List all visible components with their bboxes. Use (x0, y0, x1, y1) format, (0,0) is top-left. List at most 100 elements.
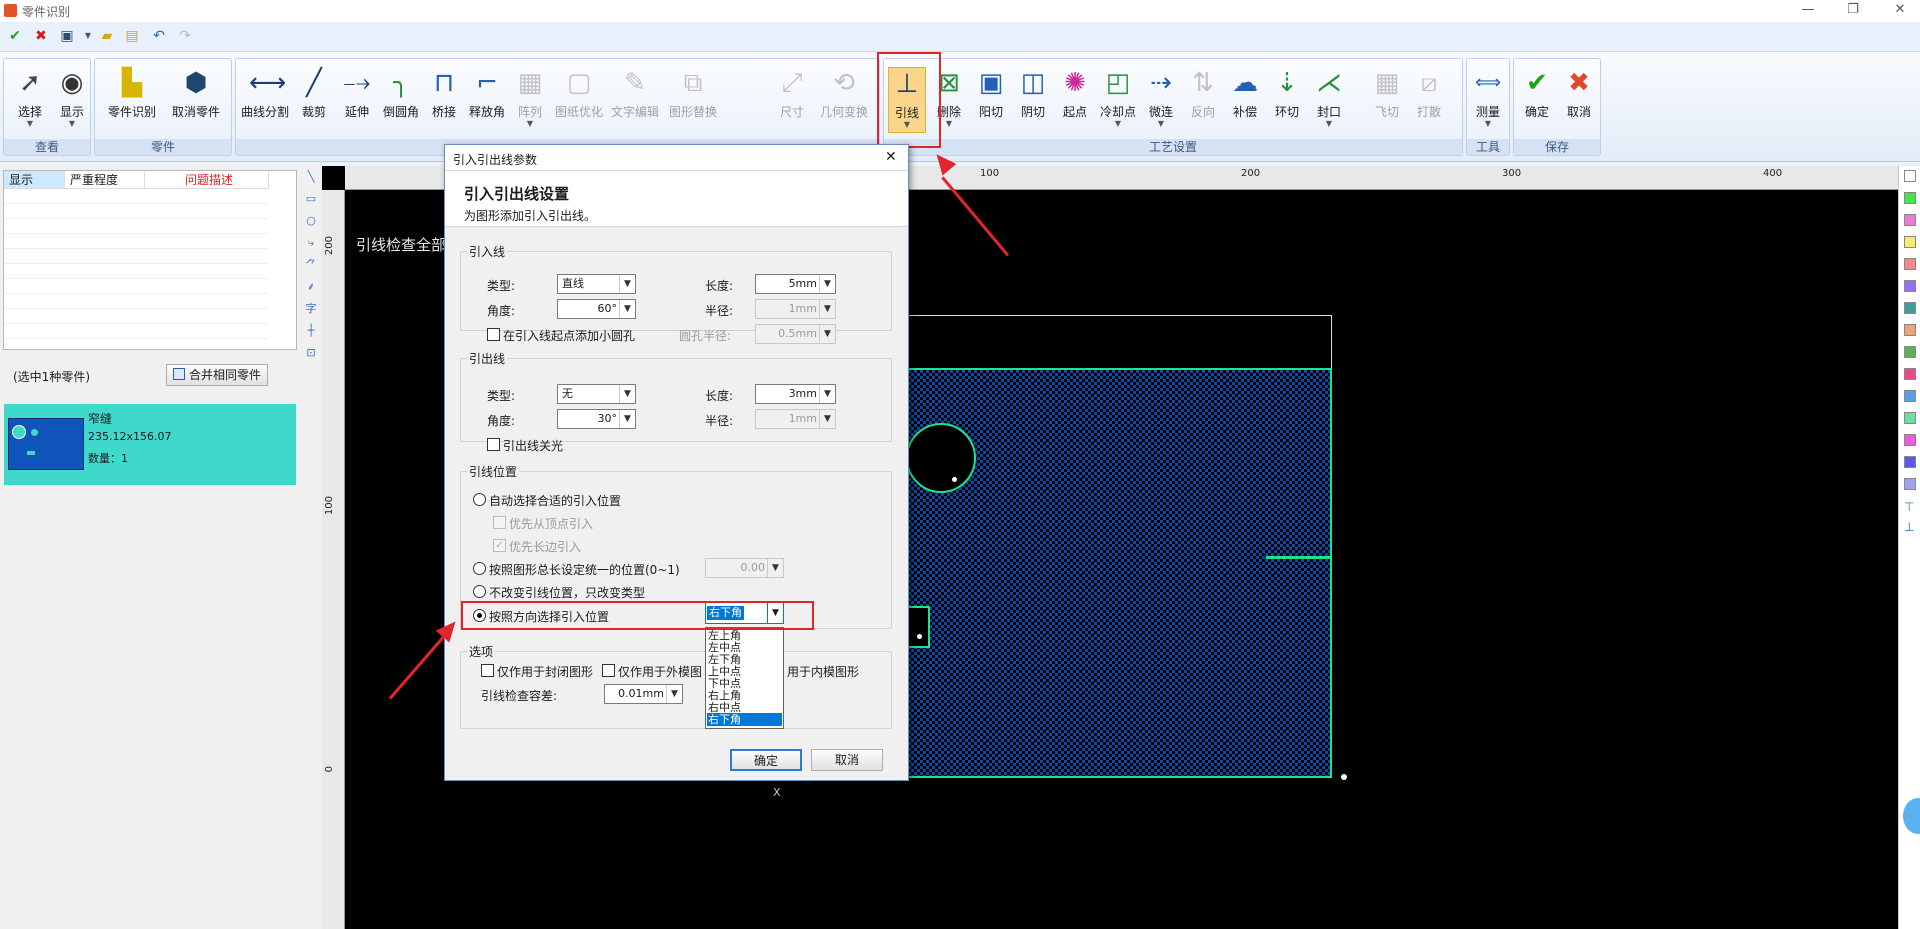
minimize-icon[interactable]: — (1800, 2, 1816, 18)
trim-button[interactable]: ╱ 裁剪 (292, 67, 336, 133)
cooling-point-button[interactable]: ◰ 冷却点 ▼ (1098, 67, 1138, 133)
layer-swatch[interactable] (1904, 434, 1916, 446)
curve-split-button[interactable]: ⟷ 曲线分割 (240, 67, 290, 133)
long-edge-first-checkbox[interactable]: ✓ (493, 539, 506, 552)
closed-only-checkbox[interactable] (481, 664, 494, 677)
cancel-icon[interactable]: ✖ (33, 28, 49, 44)
display-button[interactable]: ◉ 显示 ▼ (50, 67, 94, 133)
auto-position-radio[interactable] (473, 493, 486, 506)
lead-in-type-select[interactable]: 直线 ▼ (557, 274, 636, 294)
cancel-part-button[interactable]: ⬢ 取消零件 (167, 67, 225, 133)
array-button[interactable]: ▦ 阵列 ▼ (508, 67, 552, 133)
fly-cut-button[interactable]: ▦ 飞切 (1368, 67, 1406, 133)
layer-swatch[interactable] (1904, 170, 1916, 182)
lead-in-length-input[interactable]: 5mm ▼ (755, 274, 836, 294)
layer-swatch[interactable] (1904, 236, 1916, 248)
part-recognition-button[interactable]: ▙ 零件识别 (103, 67, 161, 133)
open-folder-icon[interactable]: ▰ (99, 28, 115, 44)
polyline-tool-icon[interactable]: ⺈ (304, 258, 318, 272)
lead-out-type-select[interactable]: 无 ▼ (557, 384, 636, 404)
layer-swatch[interactable] (1904, 280, 1916, 292)
redo-icon[interactable]: ↷ (177, 28, 193, 44)
start-point-button[interactable]: ✺ 起点 (1056, 67, 1094, 133)
micro-joint-button[interactable]: ⇢ 微连 ▼ (1142, 67, 1180, 133)
confirm-icon[interactable]: ✔ (7, 28, 23, 44)
part-hole[interactable] (906, 423, 976, 493)
layer-down-icon[interactable]: ⊥ (1904, 520, 1914, 534)
extend-button[interactable]: ⤍ 延伸 (335, 67, 379, 133)
small-circle-checkbox[interactable] (487, 328, 500, 341)
size-button[interactable]: ⤢ 尺寸 (770, 67, 814, 133)
tolerance-input[interactable]: 0.01mm ▼ (604, 684, 683, 704)
lead-out-length-input[interactable]: 3mm ▼ (755, 384, 836, 404)
part-slot[interactable] (1266, 556, 1332, 559)
layer-up-icon[interactable]: ⊤ (1904, 500, 1914, 514)
ring-cut-button[interactable]: ⇣ 环切 (1268, 67, 1306, 133)
lead-in-radius-input[interactable]: 1mm ▼ (755, 299, 836, 319)
lead-out-radius-input[interactable]: 1mm ▼ (755, 409, 836, 429)
keep-position-radio[interactable] (473, 585, 486, 598)
dimension-tool-icon[interactable]: ⊡ (304, 346, 318, 360)
arc-tool-icon[interactable]: ⤷ (304, 236, 318, 250)
save-icon[interactable]: ▣ (59, 28, 75, 44)
measure-button[interactable]: ⟺ 测量 ▼ (1467, 67, 1509, 133)
lead-in-angle-input[interactable]: 60° ▼ (557, 299, 636, 319)
column-header-display[interactable]: 显示 (4, 171, 65, 189)
layer-swatch[interactable] (1904, 258, 1916, 270)
part-small-cutout[interactable] (906, 606, 930, 648)
seal-button[interactable]: ⋌ 封口 ▼ (1310, 67, 1348, 133)
layer-swatch[interactable] (1904, 368, 1916, 380)
drawing-optimize-button[interactable]: ▢ 图纸优化 (552, 67, 606, 133)
column-header-description[interactable]: 问题描述 (145, 171, 269, 189)
laser-off-checkbox[interactable] (487, 438, 500, 451)
shape-replace-button[interactable]: ⧉ 图形替换 (666, 67, 720, 133)
floating-assist-icon[interactable] (1903, 798, 1920, 834)
fillet-button[interactable]: ╮ 倒圆角 (379, 67, 423, 133)
layer-swatch[interactable] (1904, 412, 1916, 424)
layer-swatch[interactable] (1904, 478, 1916, 490)
layer-swatch[interactable] (1904, 346, 1916, 358)
confirm-button[interactable]: ✔ 确定 (1516, 67, 1558, 133)
restore-icon[interactable]: ❐ (1845, 2, 1861, 18)
geometry-transform-button[interactable]: ⟲ 几何变换 (816, 67, 872, 133)
lead-out-angle-input[interactable]: 30° ▼ (557, 409, 636, 429)
part-shape[interactable] (906, 368, 1332, 778)
text-edit-button[interactable]: ✎ 文字编辑 (608, 67, 662, 133)
curve-tool-icon[interactable]: ⸙ (304, 280, 318, 294)
uniform-position-radio[interactable] (473, 562, 486, 575)
layer-swatch[interactable] (1904, 456, 1916, 468)
explode-button[interactable]: ⧄ 打散 (1410, 67, 1448, 133)
select-button[interactable]: ➚ 选择 ▼ (8, 67, 52, 133)
dialog-cancel-button[interactable]: 取消 (811, 749, 883, 771)
layer-swatch[interactable] (1904, 214, 1916, 226)
rectangle-tool-icon[interactable]: ▭ (304, 192, 318, 206)
layer-swatch[interactable] (1904, 192, 1916, 204)
layer-swatch[interactable] (1904, 302, 1916, 314)
layer-swatch[interactable] (1904, 390, 1916, 402)
outer-cut-button[interactable]: ▣ 阳切 (972, 67, 1010, 133)
dialog-close-icon[interactable]: ✕ (885, 149, 897, 165)
compensate-button[interactable]: ☁ 补偿 (1226, 67, 1264, 133)
uniform-position-input[interactable]: 0.00 ▼ (705, 558, 784, 578)
release-corner-button[interactable]: ⌐ 释放角 (465, 67, 509, 133)
undo-icon[interactable]: ↶ (151, 28, 167, 44)
dialog-ok-button[interactable]: 确定 (730, 749, 802, 771)
cancel-button[interactable]: ✖ 取消 (1558, 67, 1600, 133)
part-card[interactable]: 窄缝 235.12x156.07 数量：1 (4, 404, 296, 485)
reverse-button[interactable]: ⇅ 反向 (1184, 67, 1222, 133)
vertex-first-checkbox[interactable] (493, 516, 506, 529)
inner-cut-button[interactable]: ◫ 阴切 (1014, 67, 1052, 133)
dropdown-arrow-icon[interactable]: ▼ (80, 28, 96, 44)
outer-only-checkbox[interactable] (602, 664, 615, 677)
point-tool-icon[interactable]: ┼ (304, 324, 318, 338)
import-icon[interactable]: ▤ (124, 28, 140, 44)
layer-swatch[interactable] (1904, 324, 1916, 336)
column-header-severity[interactable]: 严重程度 (65, 171, 145, 189)
bridge-button[interactable]: ⊓ 桥接 (422, 67, 466, 133)
line-tool-icon[interactable]: ╲ (304, 170, 318, 184)
close-icon[interactable]: ✕ (1892, 2, 1908, 18)
merge-parts-button[interactable]: 合并相同零件 (166, 364, 268, 386)
hole-radius-input[interactable]: 0.5mm ▼ (755, 324, 836, 344)
direction-option-selected[interactable]: 右下角 (707, 713, 782, 726)
circle-tool-icon[interactable]: ○ (304, 214, 318, 228)
